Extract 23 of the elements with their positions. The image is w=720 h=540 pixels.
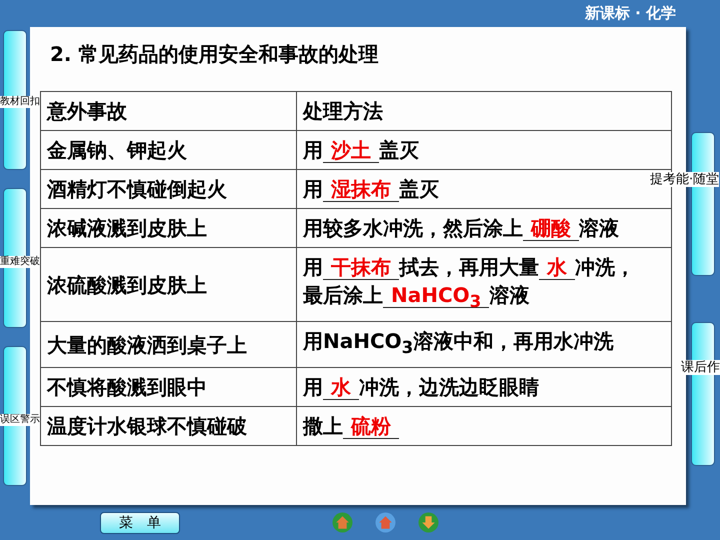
table-cell: 温度计水银球不慎碰破	[40, 406, 296, 446]
menu-button[interactable]: 菜 单	[100, 512, 180, 534]
column-header: 处理方法	[296, 92, 672, 130]
table-cell: 撒上 硫粉	[296, 406, 672, 446]
tab-label: 提考能·随堂	[650, 172, 720, 187]
table-cell: 用较多水冲洗，然后涂上 硼酸 溶液	[296, 208, 672, 248]
table-cell: 用 水 冲洗，边洗边眨眼睛	[296, 368, 672, 406]
tab-label: 重难突破	[0, 256, 40, 268]
table-cell: 酒精灯不慎碰倒起火	[40, 170, 296, 208]
table-cell: 大量的酸液洒到桌子上	[40, 322, 296, 368]
table-cell: 用 干抹布 拭去，再用大量 水 冲洗， 最后涂上 NaHCO$_{3}$ 溶液	[296, 248, 672, 322]
table-cell: 浓硫酸溅到皮肤上	[40, 248, 296, 322]
table-cell: 用 沙土 盖灭	[296, 130, 672, 170]
tab-label: 课后作	[681, 360, 720, 375]
tab-label: 教材回扣	[0, 96, 40, 108]
column-header: 意外事故	[40, 92, 296, 130]
table-cell: 浓碱液溅到皮肤上	[40, 208, 296, 248]
slide-heading: 2. 常见药品的使用安全和事故的处理	[49, 41, 380, 68]
table-cell: 金属钠、钾起火	[40, 130, 296, 170]
table-cell: 不慎将酸溅到眼中	[40, 368, 296, 406]
table-cell: 用NaHCO$_{3}$溶液中和，再用水冲洗	[296, 322, 672, 368]
tab-label: 误区警示	[0, 414, 40, 426]
course-title: 新课标 · 化学	[584, 4, 676, 23]
